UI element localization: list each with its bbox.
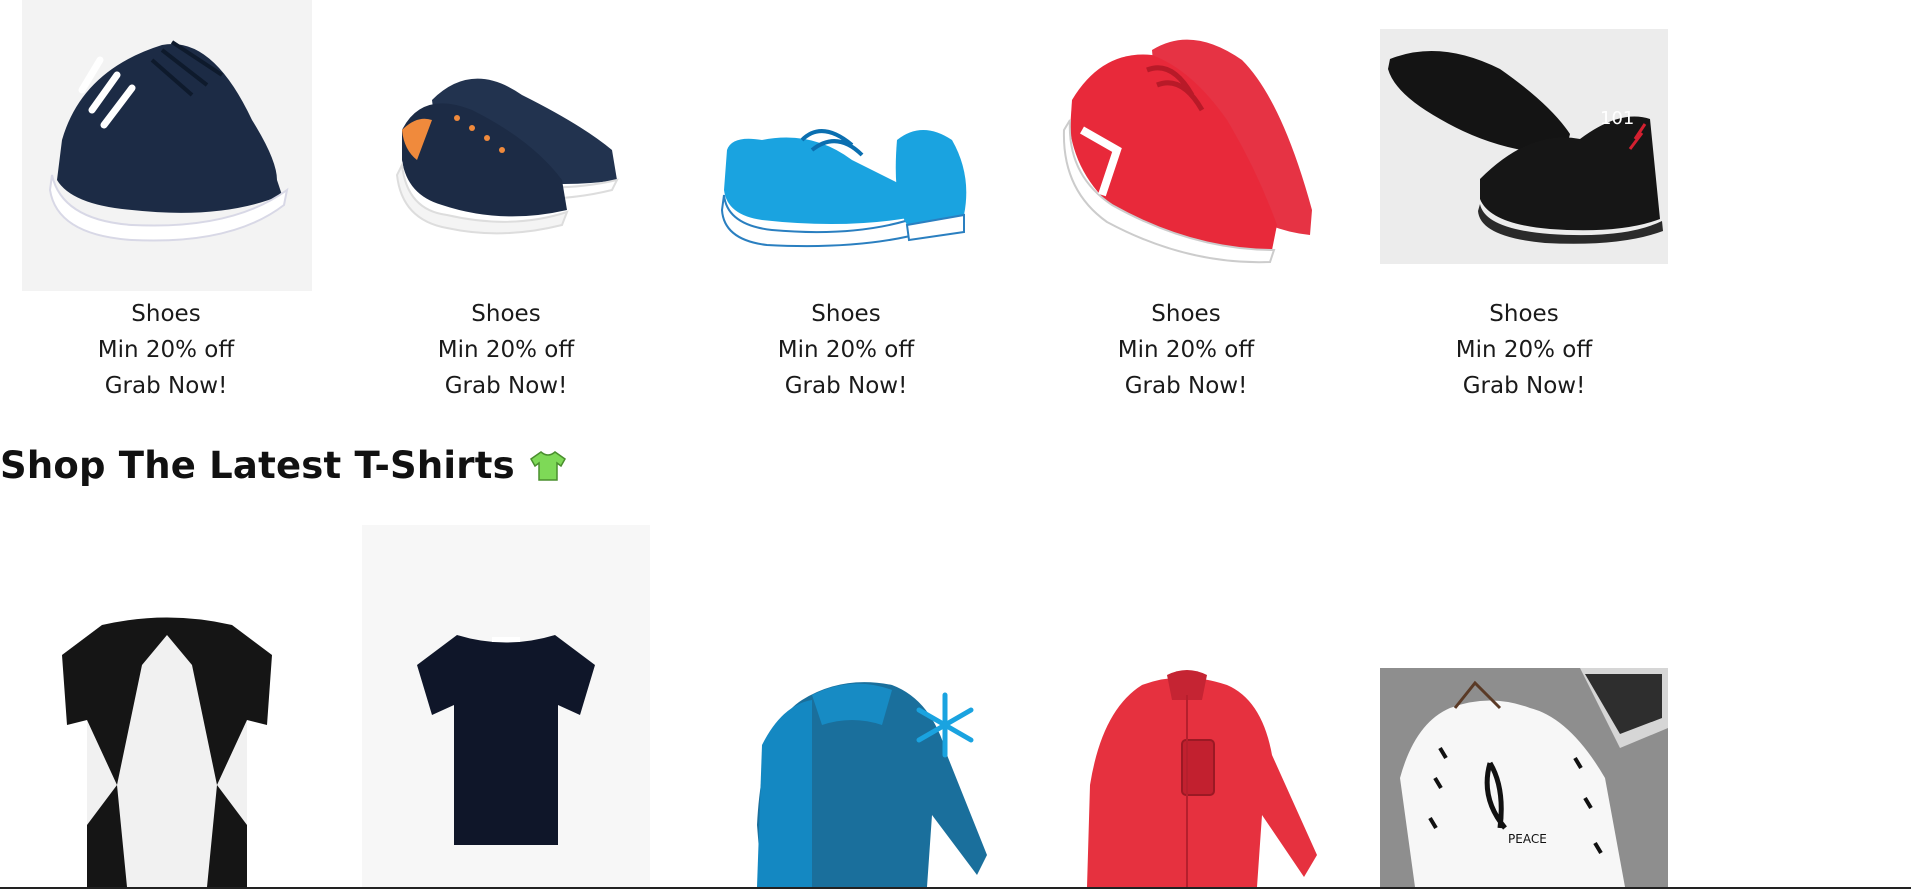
shoe-image[interactable]	[702, 0, 992, 291]
shoe-cta[interactable]: Grab Now!	[22, 368, 310, 404]
shoe-image[interactable]: 101	[1380, 29, 1668, 264]
shoe-image[interactable]	[362, 0, 652, 291]
shoe-cta[interactable]: Grab Now!	[362, 368, 650, 404]
shoe-title: Shoes	[1151, 301, 1221, 327]
shoe-discount: Min 20% off	[777, 337, 915, 363]
shoe-discount: Min 20% off	[437, 337, 575, 363]
shoe-image[interactable]	[22, 0, 312, 291]
shoe-image[interactable]	[1042, 0, 1332, 291]
tshirt-image[interactable]: PEACE	[1380, 668, 1668, 887]
shoe-discount: Min 20% off	[1117, 337, 1255, 363]
shoe-title: Shoes	[131, 301, 201, 327]
shoe-title: Shoes	[1489, 301, 1559, 327]
shoe-title: Shoes	[471, 301, 541, 327]
svg-text:101: 101	[1600, 108, 1634, 129]
section-title-text: Shop The Latest T-Shirts	[0, 444, 515, 487]
tshirt-icon	[529, 450, 567, 482]
tshirts-grid: PEACE	[0, 525, 1911, 887]
shoe-discount: Min 20% off	[1455, 337, 1593, 363]
shoe-discount: Min 20% off	[97, 337, 235, 363]
shoe-cta[interactable]: Grab Now!	[1042, 368, 1330, 404]
svg-text:PEACE: PEACE	[1508, 832, 1547, 846]
shoe-title: Shoes	[811, 301, 881, 327]
tshirt-image[interactable]	[362, 525, 650, 887]
shoe-cta[interactable]: Grab Now!	[702, 368, 990, 404]
shoe-cta[interactable]: Grab Now!	[1380, 368, 1668, 404]
tshirt-image[interactable]	[702, 525, 990, 887]
section-title: Shop The Latest T-Shirts	[0, 444, 567, 487]
tshirt-image[interactable]	[1042, 525, 1330, 887]
tshirt-image[interactable]	[22, 525, 310, 887]
